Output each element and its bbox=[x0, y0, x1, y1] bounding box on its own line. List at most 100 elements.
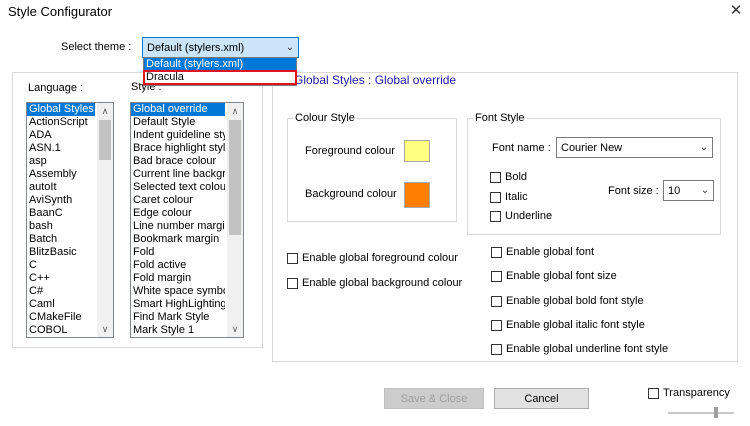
list-item[interactable]: COBOL bbox=[27, 324, 95, 337]
theme-option-default[interactable]: Default (stylers.xml) bbox=[144, 58, 296, 71]
list-item[interactable]: C bbox=[27, 259, 95, 272]
enable-global-font-label: Enable global font bbox=[506, 246, 595, 258]
scroll-up-icon[interactable]: ∧ bbox=[227, 103, 243, 119]
list-item[interactable]: Bad brace colour bbox=[131, 155, 225, 168]
enable-global-bg-checkbox[interactable]: Enable global background colour bbox=[287, 277, 462, 289]
style-list[interactable]: Global override Default Style Indent guide… bbox=[130, 102, 244, 338]
list-item[interactable]: Caml bbox=[27, 298, 95, 311]
enable-global-italic-checkbox[interactable]: Enable global italic font style bbox=[491, 319, 645, 331]
list-item[interactable]: Caret colour bbox=[131, 194, 225, 207]
close-icon[interactable]: ✕ bbox=[726, 1, 746, 19]
list-item[interactable]: Find Mark Style bbox=[131, 311, 225, 324]
italic-label: Italic bbox=[505, 191, 528, 203]
scroll-up-icon[interactable]: ∧ bbox=[97, 103, 113, 119]
checkbox-box[interactable] bbox=[287, 277, 298, 289]
checkbox-box[interactable] bbox=[287, 252, 298, 264]
italic-checkbox[interactable]: Italic bbox=[490, 191, 528, 203]
list-item[interactable]: Fold active bbox=[131, 259, 225, 272]
checkbox-box[interactable] bbox=[490, 191, 501, 203]
list-item[interactable]: CMakeFile bbox=[27, 311, 95, 324]
list-item[interactable]: Global Styles bbox=[27, 103, 95, 116]
list-item[interactable]: asp bbox=[27, 155, 95, 168]
colour-style-legend: Colour Style bbox=[293, 112, 357, 124]
language-scrollbar[interactable]: ∧ ∨ bbox=[97, 103, 113, 337]
enable-global-bg-label: Enable global background colour bbox=[302, 277, 463, 289]
list-item[interactable]: Batch bbox=[27, 233, 95, 246]
checkbox-box[interactable] bbox=[491, 343, 502, 355]
scroll-thumb[interactable] bbox=[229, 120, 241, 235]
list-item[interactable]: White space symbol bbox=[131, 285, 225, 298]
select-theme-label: Select theme : bbox=[61, 41, 132, 53]
bold-checkbox[interactable]: Bold bbox=[490, 171, 527, 183]
font-name-label: Font name : bbox=[492, 142, 551, 154]
list-item[interactable]: Indent guideline style bbox=[131, 129, 225, 142]
list-item[interactable]: AviSynth bbox=[27, 194, 95, 207]
background-colour-label: Background colour bbox=[305, 188, 397, 200]
enable-global-bold-checkbox[interactable]: Enable global bold font style bbox=[491, 295, 644, 307]
enable-global-italic-label: Enable global italic font style bbox=[506, 319, 645, 331]
list-item[interactable]: Assembly bbox=[27, 168, 95, 181]
list-item[interactable]: ActionScript bbox=[27, 116, 95, 129]
underline-checkbox[interactable]: Underline bbox=[490, 210, 552, 222]
enable-global-fg-checkbox[interactable]: Enable global foreground colour bbox=[287, 252, 458, 264]
list-item[interactable]: BlitzBasic bbox=[27, 246, 95, 259]
list-item[interactable]: Edge colour bbox=[131, 207, 225, 220]
window-title: Style Configurator bbox=[8, 4, 113, 19]
font-name-select[interactable]: Courier New ⌄ bbox=[556, 137, 713, 158]
checkbox-box[interactable] bbox=[490, 171, 501, 183]
list-item[interactable]: Brace highlight style bbox=[131, 142, 225, 155]
language-list[interactable]: Global Styles ActionScript ADA ASN.1 asp Asse… bbox=[26, 102, 114, 338]
bold-label: Bold bbox=[505, 171, 528, 183]
scroll-down-icon[interactable]: ∨ bbox=[97, 321, 113, 337]
list-item[interactable]: Current line background bbox=[131, 168, 225, 181]
foreground-colour-swatch[interactable] bbox=[404, 140, 430, 162]
checkbox-box[interactable] bbox=[490, 210, 501, 222]
list-item[interactable]: Global override bbox=[131, 103, 225, 116]
theme-select-value: Default (stylers.xml) bbox=[147, 41, 245, 54]
checkbox-box[interactable] bbox=[491, 270, 502, 282]
cancel-button[interactable]: Cancel bbox=[494, 388, 589, 409]
list-item[interactable]: Fold bbox=[131, 246, 225, 259]
transparency-checkbox[interactable]: Transparency bbox=[648, 387, 730, 399]
panel-heading: Global Styles : Global override bbox=[292, 73, 459, 87]
checkbox-box[interactable] bbox=[648, 387, 659, 399]
theme-option-dracula[interactable]: Dracula bbox=[143, 70, 297, 85]
list-item[interactable]: C++ bbox=[27, 272, 95, 285]
list-item[interactable]: ASN.1 bbox=[27, 142, 95, 155]
font-size-select[interactable]: 10 ⌄ bbox=[663, 180, 714, 201]
list-item[interactable]: BaanC bbox=[27, 207, 95, 220]
checkbox-box[interactable] bbox=[491, 295, 502, 307]
style-scrollbar[interactable]: ∧ ∨ bbox=[227, 103, 243, 337]
enable-global-underline-checkbox[interactable]: Enable global underline font style bbox=[491, 343, 668, 355]
save-close-button[interactable]: Save & Close bbox=[384, 388, 484, 409]
list-item[interactable]: Selected text colour bbox=[131, 181, 225, 194]
colour-style-group bbox=[287, 118, 457, 222]
foreground-colour-label: Foreground colour bbox=[305, 145, 395, 157]
scroll-thumb[interactable] bbox=[99, 120, 111, 160]
list-item[interactable]: Bookmark margin bbox=[131, 233, 225, 246]
enable-global-bold-label: Enable global bold font style bbox=[506, 295, 644, 307]
list-item[interactable]: bash bbox=[27, 220, 95, 233]
list-item[interactable]: ADA bbox=[27, 129, 95, 142]
list-item[interactable]: Default Style bbox=[131, 116, 225, 129]
background-colour-swatch[interactable] bbox=[404, 182, 430, 208]
underline-label: Underline bbox=[505, 210, 553, 222]
transparency-slider-thumb[interactable] bbox=[714, 407, 718, 418]
checkbox-box[interactable] bbox=[491, 246, 502, 258]
transparency-slider-track[interactable] bbox=[668, 412, 734, 414]
checkbox-box[interactable] bbox=[491, 319, 502, 331]
font-size-label: Font size : bbox=[608, 185, 659, 197]
font-size-value: 10 bbox=[668, 184, 681, 197]
enable-global-font-size-label: Enable global font size bbox=[506, 270, 617, 282]
scroll-down-icon[interactable]: ∨ bbox=[227, 321, 243, 337]
list-item[interactable]: C# bbox=[27, 285, 95, 298]
chevron-down-icon: ⌄ bbox=[699, 142, 709, 153]
enable-global-font-size-checkbox[interactable]: Enable global font size bbox=[491, 270, 617, 282]
list-item[interactable]: Line number margin bbox=[131, 220, 225, 233]
enable-global-font-checkbox[interactable]: Enable global font bbox=[491, 246, 594, 258]
list-item[interactable]: Mark Style 1 bbox=[131, 324, 225, 337]
list-item[interactable]: Smart HighLighting bbox=[131, 298, 225, 311]
list-item[interactable]: autoIt bbox=[27, 181, 95, 194]
theme-select[interactable]: Default (stylers.xml) ⌄ bbox=[142, 37, 299, 58]
list-item[interactable]: Fold margin bbox=[131, 272, 225, 285]
